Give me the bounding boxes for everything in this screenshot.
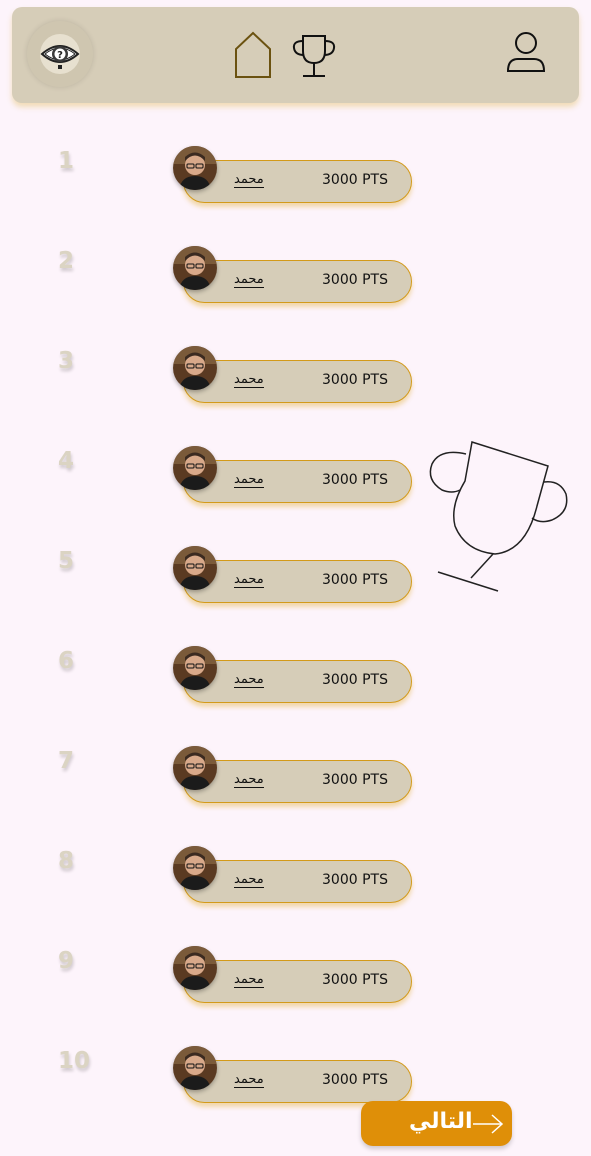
player-card[interactable]: محمد 3000 PTS [183, 660, 412, 703]
player-name: محمد [234, 372, 264, 388]
player-name: محمد [234, 272, 264, 288]
rank-number: 1 [58, 148, 75, 174]
avatar [173, 946, 217, 990]
next-button[interactable]: التالي [361, 1101, 512, 1146]
avatar [173, 546, 217, 590]
player-name: محمد [234, 772, 264, 788]
leaderboard-row[interactable]: 2 محمد 3000 PTS [0, 246, 591, 348]
avatar [173, 1046, 217, 1090]
player-points: 3000 PTS [322, 872, 388, 888]
avatar [173, 646, 217, 690]
app-logo[interactable]: ? [27, 21, 93, 87]
player-card[interactable]: محمد 3000 PTS [183, 360, 412, 403]
player-card[interactable]: محمد 3000 PTS [183, 560, 412, 603]
avatar [173, 846, 217, 890]
player-points: 3000 PTS [322, 572, 388, 588]
top-nav-bar: ? [12, 7, 579, 103]
leaderboard-row[interactable]: 9 محمد 3000 PTS [0, 946, 591, 1048]
player-card[interactable]: محمد 3000 PTS [183, 760, 412, 803]
avatar [173, 246, 217, 290]
leaderboard-row[interactable]: 3 محمد 3000 PTS [0, 346, 591, 448]
player-name: محمد [234, 172, 264, 188]
player-points: 3000 PTS [322, 172, 388, 188]
arrow-right-icon [473, 1114, 504, 1134]
player-card[interactable]: محمد 3000 PTS [183, 960, 412, 1003]
avatar [173, 446, 217, 490]
player-name: محمد [234, 1072, 264, 1088]
player-card[interactable]: محمد 3000 PTS [183, 260, 412, 303]
next-button-label: التالي [409, 1109, 473, 1134]
player-points: 3000 PTS [322, 972, 388, 988]
rank-number: 5 [58, 548, 75, 574]
player-name: محمد [234, 872, 264, 888]
player-card[interactable]: محمد 3000 PTS [183, 460, 412, 503]
rank-number: 6 [58, 648, 75, 674]
rank-number: 3 [58, 348, 75, 374]
player-name: محمد [234, 472, 264, 488]
player-name: محمد [234, 972, 264, 988]
rank-number: 9 [58, 948, 75, 974]
player-name: محمد [234, 672, 264, 688]
rank-number: 10 [58, 1048, 91, 1074]
player-card[interactable]: محمد 3000 PTS [183, 1060, 412, 1103]
avatar [173, 746, 217, 790]
leaderboard-row[interactable]: 1 محمد 3000 PTS [0, 146, 591, 248]
eye-question-logo-icon: ? [40, 34, 80, 74]
player-points: 3000 PTS [322, 672, 388, 688]
rank-number: 7 [58, 748, 75, 774]
leaderboard-row[interactable]: 8 محمد 3000 PTS [0, 846, 591, 948]
trophy-icon[interactable] [290, 33, 338, 79]
player-points: 3000 PTS [322, 772, 388, 788]
svg-text:?: ? [57, 50, 63, 61]
player-points: 3000 PTS [322, 472, 388, 488]
player-name: محمد [234, 572, 264, 588]
trophy-outline-icon [429, 441, 568, 592]
player-card[interactable]: محمد 3000 PTS [183, 160, 412, 203]
leaderboard-row[interactable]: 7 محمد 3000 PTS [0, 746, 591, 848]
user-icon[interactable] [506, 31, 546, 75]
player-card[interactable]: محمد 3000 PTS [183, 860, 412, 903]
rank-number: 4 [58, 448, 75, 474]
rank-number: 8 [58, 848, 75, 874]
avatar [173, 346, 217, 390]
player-points: 3000 PTS [322, 272, 388, 288]
avatar [173, 146, 217, 190]
home-icon[interactable] [234, 31, 272, 79]
player-points: 3000 PTS [322, 372, 388, 388]
rank-number: 2 [58, 248, 75, 274]
leaderboard-row[interactable]: 6 محمد 3000 PTS [0, 646, 591, 748]
player-points: 3000 PTS [322, 1072, 388, 1088]
